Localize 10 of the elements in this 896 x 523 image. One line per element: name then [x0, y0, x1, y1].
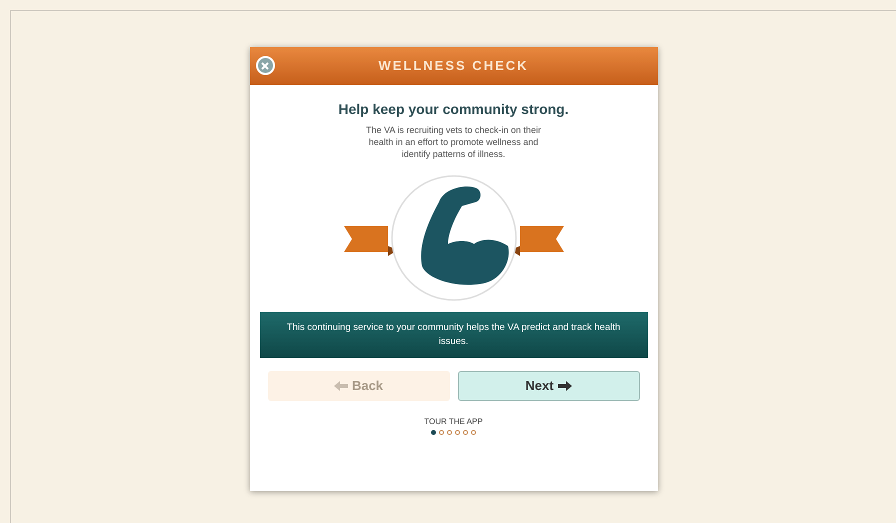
close-button[interactable]	[256, 56, 274, 75]
right-arrow-icon	[558, 381, 572, 391]
dialog-title: WELLNESS CHECK	[378, 57, 529, 76]
heading: Help keep your community strong.	[338, 100, 569, 119]
next-button[interactable]: Next	[458, 371, 640, 401]
banner-text: This continuing service to your community helps the VA predict and track health issues.	[286, 321, 622, 349]
left-arrow-icon	[334, 381, 348, 391]
tour-label: TOUR THE APP	[424, 416, 483, 428]
close-icon	[261, 62, 269, 70]
description: The VA is recruiting vets to check-in on their health in an effort to promote wellness and identify patterns of illness.	[365, 124, 542, 160]
